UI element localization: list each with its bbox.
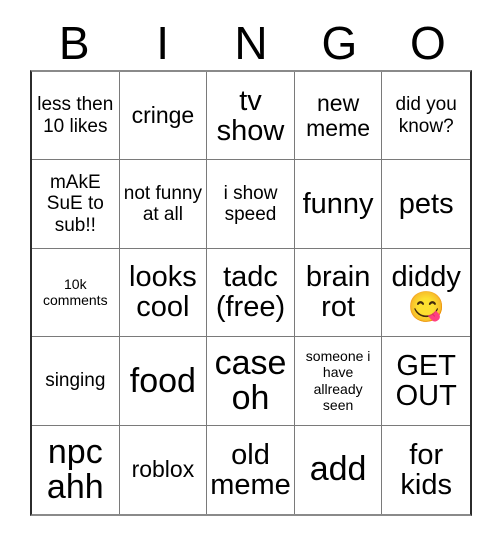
bingo-cell-label: i show speed <box>223 182 278 226</box>
bingo-cell-n5[interactable]: old meme <box>207 425 295 514</box>
bingo-cell-label: add <box>309 450 367 489</box>
bingo-cell-label: looks cool <box>129 261 197 324</box>
bingo-cell-label: new meme <box>306 89 371 141</box>
bingo-header-row: B I N G O <box>30 16 472 70</box>
bingo-cell-b5[interactable]: npc ahh <box>32 425 120 514</box>
bingo-cell-label: 10k comments <box>43 275 108 309</box>
bingo-cell-g5[interactable]: add <box>294 425 383 514</box>
bingo-card: B I N G O less then 10 likes cringe tv sho… <box>0 0 500 544</box>
bingo-cell-o3[interactable]: diddy 😋 <box>382 248 470 338</box>
bingo-cell-o4[interactable]: GET OUT <box>382 337 470 426</box>
bingo-cell-g2[interactable]: funny <box>294 160 383 249</box>
bingo-cell-label: npc ahh <box>46 433 104 506</box>
bingo-grid: less then 10 likes cringe tv show new meme d… <box>30 70 472 516</box>
bingo-cell-i2[interactable]: not funny at all <box>119 160 208 249</box>
bingo-header-letter-n: N <box>234 17 268 69</box>
face-savoring-food-emoji: 😋 <box>407 290 445 324</box>
bingo-cell-o2[interactable]: pets <box>382 160 470 249</box>
bingo-cell-label: roblox <box>131 456 195 483</box>
bingo-cell-label: less then 10 likes <box>37 94 114 137</box>
bingo-cell-label: singing <box>45 370 106 392</box>
bingo-cell-b2[interactable]: mAkE SuE to sub!! <box>32 160 120 249</box>
bingo-cell-label: GET OUT <box>395 349 457 412</box>
bingo-cell-i1[interactable]: cringe <box>119 72 208 161</box>
bingo-cell-label: case oh <box>214 344 287 417</box>
bingo-cell-n2[interactable]: i show speed <box>207 160 295 249</box>
bingo-header-letter-o: O <box>409 17 446 69</box>
bingo-cell-o5[interactable]: for kids <box>382 425 470 514</box>
bingo-cell-i3[interactable]: looks cool <box>119 248 208 338</box>
bingo-cell-n3[interactable]: tadc (free) <box>207 248 295 338</box>
bingo-cell-o1[interactable]: did you know? <box>382 72 470 161</box>
bingo-cell-label: cringe <box>131 102 195 129</box>
bingo-cell-b4[interactable]: singing <box>32 337 120 426</box>
bingo-header-letter-g: G <box>321 17 358 69</box>
bingo-cell-n4[interactable]: case oh <box>207 337 295 426</box>
bingo-header-letter-i: I <box>156 17 169 69</box>
bingo-cell-g3[interactable]: brain rot <box>294 248 383 338</box>
bingo-cell-n1[interactable]: tv show <box>207 72 295 161</box>
bingo-cell-label: pets <box>398 188 454 221</box>
bingo-cell-label: mAkE SuE to sub!! <box>46 172 104 236</box>
bingo-cell-i4[interactable]: food <box>119 337 208 426</box>
bingo-cell-label: did you know? <box>395 94 457 137</box>
bingo-cell-label: food <box>129 361 196 400</box>
bingo-header-letter-b: B <box>58 17 90 69</box>
bingo-cell-label: someone i have allready seen <box>305 347 371 414</box>
bingo-cell-b1[interactable]: less then 10 likes <box>32 72 120 161</box>
bingo-cell-label: not funny at all <box>123 182 202 226</box>
bingo-cell-b3[interactable]: 10k comments <box>32 248 120 338</box>
bingo-cell-g4[interactable]: someone i have allready seen <box>294 337 383 426</box>
bingo-cell-g1[interactable]: new meme <box>294 72 383 161</box>
bingo-cell-label: old meme <box>210 438 291 501</box>
bingo-cell-i5[interactable]: roblox <box>119 425 208 514</box>
bingo-cell-label: diddy <box>391 260 461 293</box>
bingo-cell-label: for kids <box>400 438 452 501</box>
bingo-cell-label: brain rot <box>305 261 371 324</box>
bingo-cell-label: tadc (free) <box>215 261 286 324</box>
bingo-cell-label: tv show <box>216 84 285 147</box>
bingo-cell-label: funny <box>302 188 374 221</box>
